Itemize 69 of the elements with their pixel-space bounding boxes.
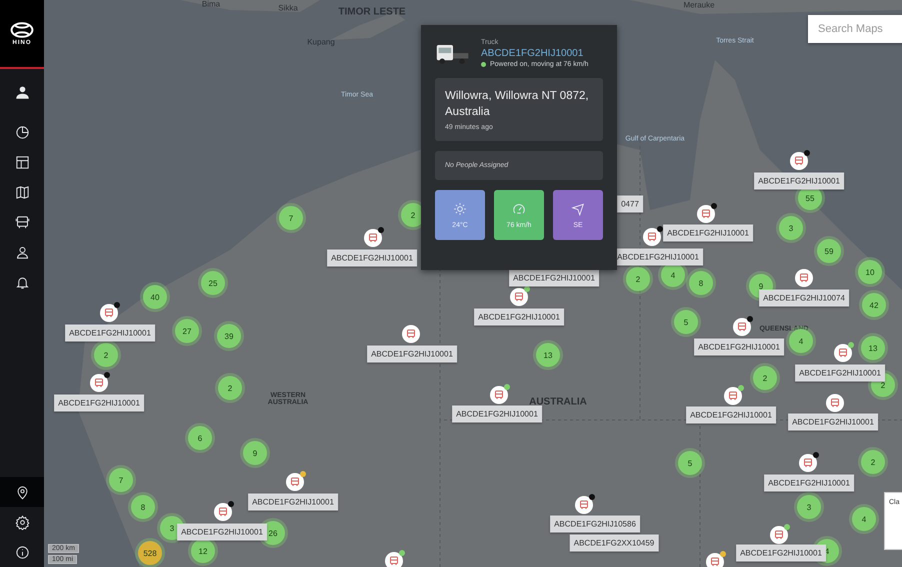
vehicle-label[interactable]: ABCDE1FG2HIJ10001 (54, 394, 144, 412)
truck-icon (793, 155, 805, 167)
truck-icon (802, 457, 814, 469)
logo-emblem-icon (10, 22, 34, 38)
truck-icon (217, 506, 229, 518)
vehicle-label[interactable]: ABCDE1FG2HIJ10001 (764, 474, 854, 492)
truck-icon (736, 321, 748, 333)
place-label: Kupang (307, 38, 335, 46)
truck-icon (493, 389, 505, 401)
truck-icon (513, 291, 525, 303)
truck-icon (727, 390, 739, 402)
vehicle-label[interactable]: ABCDE1FG2HIJ10001 (694, 338, 784, 356)
truck-marker[interactable] (385, 552, 403, 567)
layout-icon (14, 154, 30, 170)
truck-icon (773, 529, 785, 541)
navigation-arrow-icon (571, 202, 585, 216)
truck-icon (405, 328, 417, 340)
info-icon (14, 544, 30, 560)
vehicle-label[interactable]: ABCDE1FG2HIJ10001 (509, 270, 599, 286)
vehicle-label[interactable]: ABCDE1FG2HIJ10001 (248, 494, 338, 510)
vehicle-label[interactable]: ABCDE1FG2HIJ10001 (686, 406, 776, 424)
dashboard-icon (14, 124, 30, 140)
vehicle-id-link[interactable]: ABCDE1FG2HIJ10001 (481, 48, 588, 59)
place-label: Merauke (683, 0, 715, 10)
truck-icon (837, 347, 849, 359)
truck-icon (646, 231, 658, 243)
vehicle-label[interactable]: 0477 (617, 196, 643, 212)
search-field[interactable]: Search Maps (808, 15, 902, 43)
user-icon (14, 84, 30, 100)
vehicle-label[interactable]: ABCDE1FG2HIJ10001 (177, 524, 267, 540)
vehicle-label[interactable]: ABCDE1FG2HIJ10001 (474, 308, 564, 326)
vehicle-label[interactable]: ABCDE1FG2HIJ10586 (550, 516, 640, 532)
speedometer-icon (512, 202, 526, 216)
truck-icon (700, 208, 712, 220)
truck-icon (798, 272, 810, 284)
location-icon (14, 484, 30, 500)
truck-icon (578, 499, 590, 511)
truck-icon (388, 555, 400, 567)
vehicle-label[interactable]: ABCDE1FG2HIJ10001 (736, 544, 826, 562)
vehicle-label[interactable]: ABCDE1FG2HIJ10001 (663, 224, 753, 242)
alerts-icon (14, 274, 30, 290)
truck-icon (289, 476, 301, 488)
truck-icon (367, 232, 379, 244)
settings-icon (14, 514, 30, 530)
vehicles-icon (14, 214, 30, 230)
vehicle-label[interactable]: ABCDE1FG2HIJ10001 (452, 406, 542, 422)
vehicle-label[interactable]: ABCDE1FG2HIJ10001 (65, 324, 155, 342)
truck-icon (709, 556, 721, 567)
sun-icon (453, 202, 467, 216)
vehicle-label[interactable]: ABCDE1FG2HIJ10001 (327, 250, 417, 266)
vehicle-label[interactable]: ABCDE1FG2XX10459 (570, 534, 658, 552)
vehicle-label[interactable]: ABCDE1FG2HIJ10001 (795, 364, 885, 382)
truck-icon (93, 377, 105, 389)
vehicle-label[interactable]: ABCDE1FG2HIJ10001 (754, 172, 844, 190)
truck-marker[interactable] (790, 152, 808, 170)
people-icon (14, 244, 30, 260)
vehicle-label[interactable]: ABCDE1FG2HIJ10074 (759, 290, 849, 306)
place-label: Sikka (278, 4, 298, 12)
place-label: Bima (202, 0, 220, 8)
location-nav-button[interactable] (0, 477, 44, 507)
truck-marker[interactable] (706, 553, 724, 567)
place-label: AUSTRALIA (529, 396, 587, 408)
vehicle-label[interactable]: ABCDE1FG2HIJ10001 (367, 346, 457, 362)
address-text: Willowra, Willowra NT 0872, Australia (445, 89, 590, 120)
truck-icon (103, 307, 115, 319)
vehicle-label[interactable]: ABCDE1FG2HIJ10001 (788, 414, 878, 430)
map-icon (14, 184, 30, 200)
truck-marker[interactable] (100, 304, 118, 322)
truck-icon (829, 397, 841, 409)
